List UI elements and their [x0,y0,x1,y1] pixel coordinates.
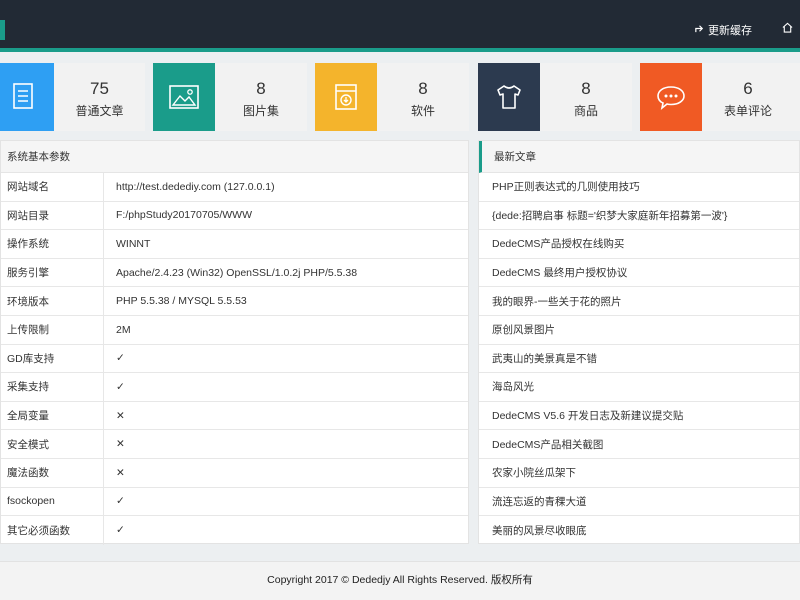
row-key: 服务引擎 [1,258,104,287]
tshirt-icon [478,63,540,131]
cross-icon: ✕ [116,466,125,479]
table-row: 安全模式 ✕ [1,430,468,459]
stat-value: 6 [743,79,753,98]
top-navbar: 更新缓存 [0,0,800,52]
article-link[interactable]: 我的眼界-一些关于花的照片 [479,287,799,316]
article-link[interactable]: 流连忘返的青稞大道 [479,488,799,517]
stat-label: 商品 [573,104,598,118]
check-icon: ✓ [116,495,125,508]
row-value: WINNT [116,237,151,250]
list-document-icon [0,63,54,131]
table-row: GD库支持 ✓ [1,344,468,374]
stat-value: 8 [581,79,591,98]
table-row: 环境版本 PHP 5.5.38 / MYSQL 5.5.53 [1,287,468,316]
table-row: 魔法函数 ✕ [1,458,468,488]
cross-icon: ✕ [116,438,125,451]
copyright-text: Copyright 2017 © Dededjy All Rights Rese… [267,574,533,586]
brand-accent [0,20,5,40]
table-row: fsockopen ✓ [1,487,468,517]
table-row: 网站域名 http://test.dedediy.com (127.0.0.1) [1,173,468,202]
stat-label: 图片集 [242,104,279,118]
image-icon [153,63,215,131]
table-row: 上传限制 2M [1,315,468,345]
cross-icon: ✕ [116,409,125,422]
table-row: 网站目录 F:/phpStudy20170705/WWW [1,201,468,231]
row-key: 其它必须函数 [1,516,104,545]
row-key: 环境版本 [1,287,104,315]
stat-value: 8 [256,79,266,98]
download-box-icon [315,63,377,131]
article-link[interactable]: PHP正则表达式的几则使用技巧 [479,173,799,202]
check-icon: ✓ [116,524,125,537]
check-icon: ✓ [116,380,125,393]
stat-label: 普通文章 [75,104,124,118]
panel-title: 最新文章 [479,141,799,173]
table-row: 全局变量 ✕ [1,401,468,431]
article-link[interactable]: 原创风景图片 [479,316,799,345]
share-icon [694,23,705,37]
article-link[interactable]: {dede:招聘启事 标题='织梦大家庭新年招募第一波'} [479,202,799,231]
home-button[interactable] [782,22,796,36]
stat-card-gallery[interactable]: 8 图片集 [153,63,307,131]
article-link[interactable]: DedeCMS 最终用户授权协议 [479,259,799,288]
stat-label: 软件 [410,104,435,118]
row-key: 安全模式 [1,430,104,458]
panel-title: 系统基本参数 [1,141,468,173]
latest-articles-panel: 最新文章 PHP正则表达式的几则使用技巧 {dede:招聘启事 标题='织梦大家… [478,140,800,544]
stat-value: 75 [90,79,109,98]
article-link[interactable]: 海岛风光 [479,373,799,402]
row-key: 魔法函数 [1,458,104,487]
row-key: GD库支持 [1,344,104,373]
row-value: http://test.dedediy.com (127.0.0.1) [116,180,275,193]
row-value: 2M [116,323,131,336]
row-key: 网站目录 [1,201,104,230]
row-value: Apache/2.4.23 (Win32) OpenSSL/1.0.2j PHP… [116,266,358,279]
row-value: F:/phpStudy20170705/WWW [116,209,252,222]
row-key: 采集支持 [1,373,104,401]
system-info-panel: 系统基本参数 网站域名 http://test.dedediy.com (127.… [0,140,469,545]
row-key: 操作系统 [1,230,104,258]
stat-label: 表单评论 [723,104,772,118]
chat-bubble-icon [640,63,702,131]
stat-card-articles[interactable]: 75 普通文章 [0,63,145,131]
table-row: 操作系统 WINNT [1,230,468,259]
article-link[interactable]: DedeCMS产品相关截图 [479,430,799,459]
article-link[interactable]: 武夷山的美景真是不错 [479,345,799,374]
check-icon: ✓ [116,352,125,365]
table-row: 服务引擎 Apache/2.4.23 (Win32) OpenSSL/1.0.2j… [1,258,468,288]
row-key: 上传限制 [1,315,104,344]
home-icon [782,22,793,36]
refresh-cache-button[interactable]: 更新缓存 [694,22,752,38]
stat-value: 8 [418,79,428,98]
stat-card-products[interactable]: 8 商品 [478,63,632,131]
refresh-cache-label: 更新缓存 [708,25,752,37]
stat-card-comments[interactable]: 6 表单评论 [640,63,800,131]
stat-card-software[interactable]: 8 软件 [315,63,469,131]
row-key: fsockopen [1,487,104,516]
table-row: 采集支持 ✓ [1,373,468,402]
article-link[interactable]: 美丽的风景尽收眼底 [479,516,799,545]
footer: Copyright 2017 © Dededjy All Rights Rese… [0,561,800,600]
row-key: 网站域名 [1,173,104,201]
article-link[interactable]: DedeCMS产品授权在线购买 [479,230,799,259]
article-link[interactable]: DedeCMS V5.6 开发日志及新建议提交贴 [479,402,799,431]
article-link[interactable]: 农家小院丝瓜架下 [479,459,799,488]
row-value: PHP 5.5.38 / MYSQL 5.5.53 [116,295,247,308]
row-key: 全局变量 [1,401,104,430]
table-row: 其它必须函数 ✓ [1,516,468,545]
